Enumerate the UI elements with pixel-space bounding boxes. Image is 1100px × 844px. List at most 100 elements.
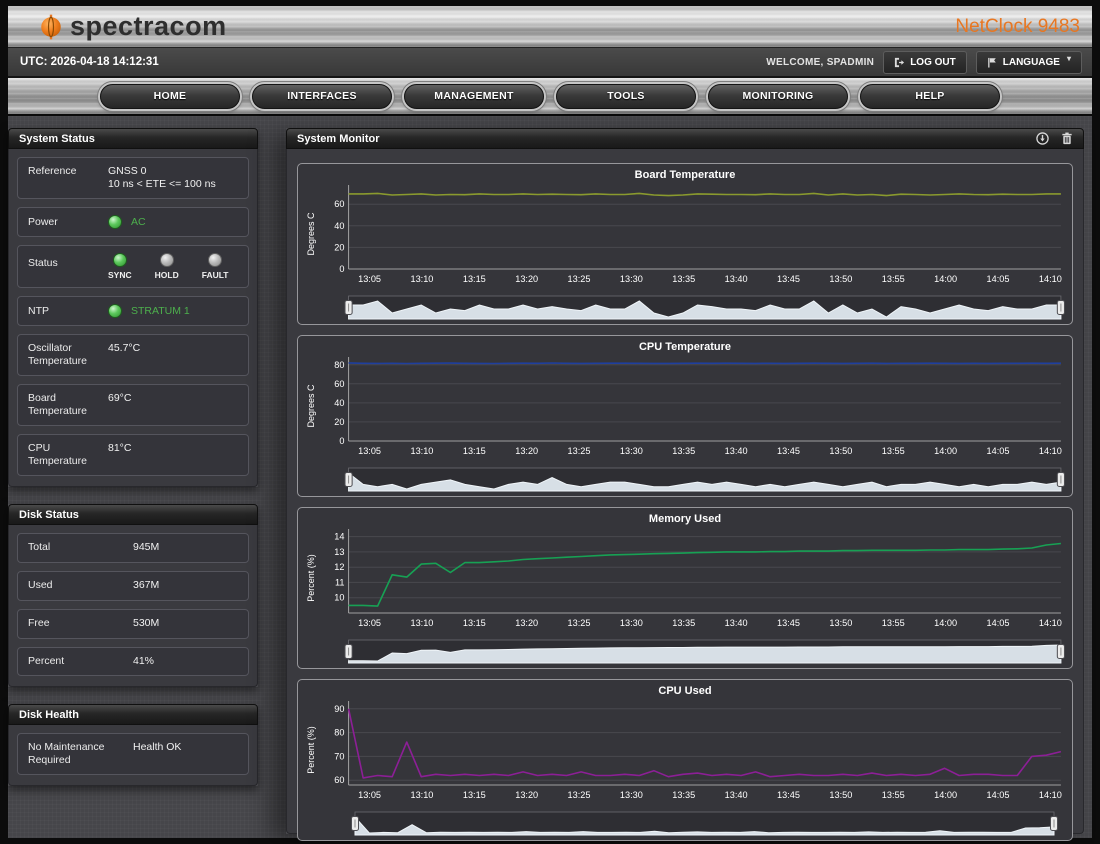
svg-text:11: 11 bbox=[335, 577, 345, 587]
system-monitor-body: Board Temperature Degrees C 0 20 40 60 13:05… bbox=[286, 149, 1084, 834]
product-name: NetClock 9483 bbox=[955, 16, 1080, 38]
disk-health-row: No Maintenance Required Health OK bbox=[17, 733, 249, 775]
svg-text:14:05: 14:05 bbox=[987, 446, 1010, 456]
reference-source: GNSS 0 bbox=[108, 165, 216, 178]
svg-text:13:55: 13:55 bbox=[882, 446, 905, 456]
nav-tab-interfaces[interactable]: INTERFACES bbox=[252, 84, 392, 109]
utc-bar: UTC: 2026-04-18 14:12:31 WELCOME, SPADMI… bbox=[8, 48, 1092, 78]
chart-board-temperature: Board Temperature Degrees C 020406013:05… bbox=[297, 163, 1073, 325]
svg-text:13:05: 13:05 bbox=[358, 618, 381, 628]
oscillator-temp-value: 45.7°C bbox=[108, 342, 140, 355]
svg-text:13:55: 13:55 bbox=[882, 790, 905, 800]
system-monitor-panel: System Monitor bbox=[286, 128, 1084, 834]
export-graph-icon[interactable] bbox=[1036, 132, 1049, 145]
sync-indicator: SYNC bbox=[108, 253, 132, 280]
svg-text:14:05: 14:05 bbox=[987, 618, 1010, 628]
svg-text:13:30: 13:30 bbox=[620, 274, 643, 284]
svg-text:14:10: 14:10 bbox=[1039, 790, 1062, 800]
svg-text:20: 20 bbox=[334, 242, 344, 252]
spectracom-logo: spectracom bbox=[38, 11, 227, 42]
svg-text:14: 14 bbox=[334, 532, 344, 542]
svg-text:14:00: 14:00 bbox=[934, 790, 957, 800]
svg-text:13:15: 13:15 bbox=[463, 618, 486, 628]
chart-navigator-scrollbar[interactable] bbox=[318, 809, 1066, 837]
board-temp-value: 69°C bbox=[108, 392, 131, 405]
svg-text:14:00: 14:00 bbox=[934, 446, 957, 456]
y-axis-label: Percent (%) bbox=[304, 527, 318, 637]
svg-text:13:20: 13:20 bbox=[515, 446, 538, 456]
svg-text:13:45: 13:45 bbox=[777, 790, 800, 800]
language-button[interactable]: LANGUAGE ▾ bbox=[976, 51, 1082, 74]
masthead: spectracom NetClock 9483 bbox=[8, 6, 1092, 48]
ntp-value: STRATUM 1 bbox=[131, 305, 190, 317]
logout-button[interactable]: LOG OUT bbox=[883, 51, 967, 74]
fault-indicator: FAULT bbox=[202, 253, 229, 280]
y-axis-label: Degrees C bbox=[304, 183, 318, 293]
fault-led bbox=[208, 253, 222, 267]
svg-text:70: 70 bbox=[334, 751, 344, 761]
main-navigation: HOME INTERFACES MANAGEMENT TOOLS MONITOR… bbox=[8, 78, 1092, 116]
svg-text:60: 60 bbox=[334, 379, 344, 389]
svg-text:13:25: 13:25 bbox=[568, 274, 591, 284]
logo-text: spectracom bbox=[70, 11, 227, 42]
status-row-ntp: NTP STRATUM 1 bbox=[17, 296, 249, 326]
svg-text:13:40: 13:40 bbox=[725, 446, 748, 456]
main-column: System Monitor bbox=[286, 128, 1084, 830]
svg-text:13:50: 13:50 bbox=[829, 274, 852, 284]
cpu-temp-value: 81°C bbox=[108, 442, 131, 455]
svg-text:10: 10 bbox=[334, 593, 344, 603]
sync-led bbox=[113, 253, 127, 267]
svg-text:90: 90 bbox=[334, 704, 344, 714]
disk-status-panel: Disk Status Total 945M Used 367M Free 53… bbox=[8, 504, 258, 687]
language-label: LANGUAGE bbox=[1003, 57, 1060, 68]
svg-text:14:05: 14:05 bbox=[987, 274, 1010, 284]
chart-title: Board Temperature bbox=[304, 168, 1066, 183]
svg-text:13:45: 13:45 bbox=[777, 446, 800, 456]
nav-tab-tools[interactable]: TOOLS bbox=[556, 84, 696, 109]
svg-text:13:15: 13:15 bbox=[463, 274, 486, 284]
svg-text:14:10: 14:10 bbox=[1039, 618, 1062, 628]
nav-tab-monitoring[interactable]: MONITORING bbox=[708, 84, 848, 109]
y-axis-label: Percent (%) bbox=[304, 699, 318, 809]
svg-text:13:25: 13:25 bbox=[568, 790, 591, 800]
svg-text:13:10: 13:10 bbox=[410, 790, 433, 800]
svg-text:13:30: 13:30 bbox=[620, 618, 643, 628]
svg-text:40: 40 bbox=[334, 398, 344, 408]
svg-text:13:05: 13:05 bbox=[358, 446, 381, 456]
svg-text:13: 13 bbox=[334, 547, 344, 557]
svg-text:0: 0 bbox=[339, 264, 344, 274]
chart-navigator-scrollbar[interactable] bbox=[318, 637, 1066, 665]
system-status-panel: System Status Reference GNSS 0 10 ns < E… bbox=[8, 128, 258, 487]
chart-navigator-scrollbar[interactable] bbox=[318, 465, 1066, 493]
status-row-board-temp: Board Temperature 69°C bbox=[17, 384, 249, 426]
svg-text:13:40: 13:40 bbox=[725, 618, 748, 628]
disk-health-panel: Disk Health No Maintenance Required Heal… bbox=[8, 704, 258, 786]
nav-tab-management[interactable]: MANAGEMENT bbox=[404, 84, 544, 109]
page-content: System Status Reference GNSS 0 10 ns < E… bbox=[8, 116, 1092, 838]
delete-icon[interactable] bbox=[1061, 132, 1073, 145]
chart-navigator-scrollbar[interactable] bbox=[318, 293, 1066, 321]
svg-text:13:40: 13:40 bbox=[725, 790, 748, 800]
chart-title: Memory Used bbox=[304, 512, 1066, 527]
nav-tab-home[interactable]: HOME bbox=[100, 84, 240, 109]
disk-row-free: Free 530M bbox=[17, 609, 249, 639]
svg-text:80: 80 bbox=[334, 728, 344, 738]
disk-row-used: Used 367M bbox=[17, 571, 249, 601]
svg-text:13:05: 13:05 bbox=[358, 274, 381, 284]
language-flag-icon bbox=[987, 57, 998, 68]
chart-memory-used: Memory Used Percent (%) 101112131413:051… bbox=[297, 507, 1073, 669]
disk-row-percent: Percent 41% bbox=[17, 647, 249, 676]
svg-text:13:10: 13:10 bbox=[410, 274, 433, 284]
disk-status-header: Disk Status bbox=[8, 504, 258, 525]
status-row-status: Status SYNC HOLD bbox=[17, 245, 249, 288]
nav-tab-help[interactable]: HELP bbox=[860, 84, 1000, 109]
chart-title: CPU Used bbox=[304, 684, 1066, 699]
chart-cpu-temperature: CPU Temperature Degrees C 02040608013:05… bbox=[297, 335, 1073, 497]
utc-time: UTC: 2026-04-18 14:12:31 bbox=[20, 56, 159, 68]
system-status-header: System Status bbox=[8, 128, 258, 149]
svg-text:20: 20 bbox=[334, 417, 344, 427]
svg-text:60: 60 bbox=[334, 775, 344, 785]
svg-text:14:05: 14:05 bbox=[987, 790, 1010, 800]
svg-text:13:05: 13:05 bbox=[358, 790, 381, 800]
chart-cpu-used: CPU Used Percent (%) 60 70 80 90 13:05 13:10 1… bbox=[297, 679, 1073, 841]
